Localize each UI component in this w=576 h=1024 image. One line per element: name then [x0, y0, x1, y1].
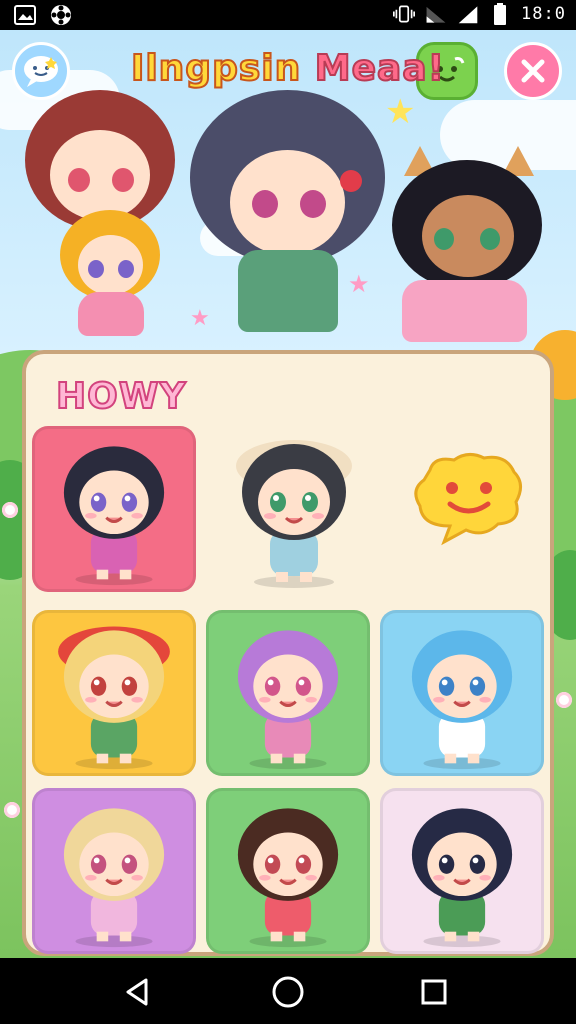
- hero-dark-hair-girl[interactable]: [190, 90, 390, 350]
- flower: [2, 502, 18, 518]
- chibi-character: [58, 626, 170, 770]
- back-button[interactable]: [120, 974, 156, 1010]
- recents-button[interactable]: [416, 974, 452, 1010]
- emote-card[interactable]: [392, 426, 556, 592]
- flower: [556, 692, 572, 708]
- status-bar: 18:0: [0, 0, 576, 30]
- panel-title: HOWY: [55, 375, 187, 418]
- home-button[interactable]: [270, 974, 306, 1010]
- flower: [4, 802, 20, 818]
- character-card-1[interactable]: [32, 426, 196, 592]
- chibi-character: [237, 808, 339, 948]
- character-card-7[interactable]: [32, 788, 196, 954]
- wifi-icon: [425, 3, 447, 25]
- vibrate-icon: [393, 3, 416, 25]
- chibi-character: [63, 446, 165, 586]
- hero-cat-ear-girl[interactable]: [392, 140, 552, 350]
- status-time: 18:0: [521, 4, 566, 24]
- back-triangle-icon: [126, 978, 148, 1006]
- pinwheel-icon: [50, 4, 72, 26]
- character-panel: HOWY: [22, 350, 554, 956]
- chibi-character: [411, 808, 513, 948]
- chibi-character: [411, 630, 513, 770]
- game-screen: Ilngpsin Meaa! ★ ★ ★ HOWY: [0, 30, 576, 958]
- character-card-2[interactable]: [212, 426, 376, 592]
- character-card-9[interactable]: [380, 788, 544, 954]
- smiley-bubble-icon: [414, 453, 522, 546]
- chibi-character: [237, 630, 339, 770]
- character-card-6[interactable]: [380, 610, 544, 776]
- character-card-4[interactable]: [32, 610, 196, 776]
- navigation-bar: [0, 958, 576, 1024]
- home-circle-icon: [272, 976, 304, 1008]
- chibi-character: [63, 808, 165, 948]
- chibi-character: [236, 440, 352, 588]
- battery-icon: [489, 3, 511, 25]
- character-card-5[interactable]: [206, 610, 370, 776]
- game-title: Ilngpsin Meaa!: [0, 47, 576, 90]
- title-part-2: Meaa!: [314, 47, 446, 90]
- character-card-8[interactable]: [206, 788, 370, 954]
- signal-icon: [457, 3, 479, 25]
- title-part-1: Ilngpsin: [130, 47, 302, 90]
- hero-red-hair-girl[interactable]: [20, 90, 190, 340]
- recents-square-icon: [421, 979, 447, 1005]
- image-icon: [14, 4, 36, 26]
